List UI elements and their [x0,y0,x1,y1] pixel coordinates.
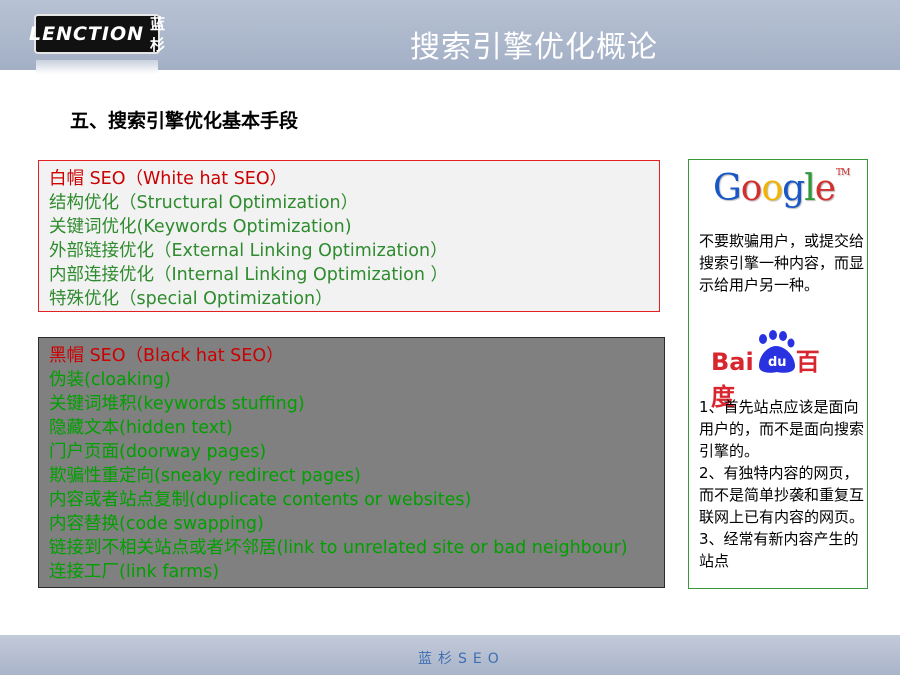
logo-reflection [36,60,158,74]
google-guideline-text: 不要欺骗用户，或提交给搜索引擎一种内容，而显示给用户另一种。 [699,232,865,294]
baidu-guideline-text: 1、首先站点应该是面向用户的，而不是面向搜索引擎的。 2、有独特内容的网页，而不… [699,396,864,572]
logo-cn: 蓝杉 [150,15,166,54]
black-hat-heading: 黑帽 SEO（Black hat SEO） [49,346,284,366]
lenction-logo: LENCTION 蓝杉 [29,15,165,54]
list-item: 关键词优化(Keywords Optimization) [49,217,352,237]
black-hat-box: 黑帽 SEO（Black hat SEO） 伪装(cloaking) 关键词堆积… [38,337,665,588]
baidu-guideline-1: 1、首先站点应该是面向用户的，而不是面向搜索引擎的。 [699,398,865,460]
list-item: 隐藏文本(hidden text) [49,418,233,438]
baidu-guideline-3: 3、经常有新内容产生的站点 [699,530,859,570]
list-item: 结构优化（Structural Optimization） [49,193,359,213]
list-item: 伪装(cloaking) [49,370,171,390]
list-item: 内容或者站点复制(duplicate contents or websites) [49,490,472,510]
list-item: 欺骗性重定向(sneaky redirect pages) [49,466,361,486]
logo-text: LENCTION [28,23,144,45]
list-item: 连接工厂(link farms) [49,562,220,582]
section-title: 五、搜索引擎优化基本手段 [70,110,299,132]
google-logo: GoogleTM [713,168,850,209]
list-item: 门户页面(doorway pages) [49,442,267,462]
list-item: 关键词堆积(keywords stuffing) [49,394,305,414]
search-engine-guidelines-panel: GoogleTM 不要欺骗用户，或提交给搜索引擎一种内容，而显示给用户另一种。 … [688,159,868,589]
baidu-guideline-2: 2、有独特内容的网页，而不是简单抄袭和重复互联网上已有内容的网页。 [699,464,865,526]
footer-text: 蓝杉SEO [418,651,505,667]
white-hat-box: 白帽 SEO（White hat SEO） 结构优化（Structural Op… [38,160,660,312]
list-item: 链接到不相关站点或者坏邻居(link to unrelated site or … [49,538,628,558]
list-item: 内部连接优化（Internal Linking Optimization ） [49,265,448,285]
google-tm: TM [836,168,850,178]
baidu-logo: du Bai 百度 [711,330,841,411]
page-title: 搜索引擎优化概论 [410,30,658,65]
list-item: 内容替换(code swapping) [49,514,264,534]
list-item: 外部链接优化（External Linking Optimization） [49,241,448,261]
white-hat-heading: 白帽 SEO（White hat SEO） [49,169,288,189]
list-item: 特殊优化（special Optimization） [49,289,333,309]
footer-bar: 蓝杉SEO [0,635,900,675]
